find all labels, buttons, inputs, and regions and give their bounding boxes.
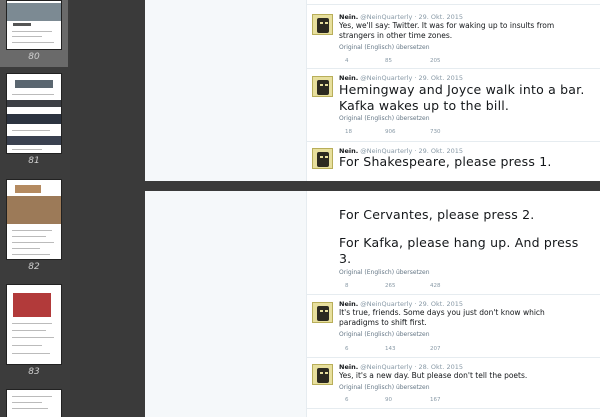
like-count[interactable]: 730: [430, 129, 441, 135]
like-count[interactable]: 205: [430, 58, 441, 64]
thumbnail-page-83[interactable]: 83: [0, 284, 68, 379]
tweet[interactable]: Nein. @NeinQuarterly · 29. Okt. 2015 For…: [307, 143, 600, 181]
translate-link[interactable]: Original (Englisch) übersetzen: [339, 384, 430, 391]
translate-link[interactable]: Original (Englisch) übersetzen: [339, 115, 430, 122]
tweet-author-name[interactable]: Nein.: [339, 74, 358, 82]
translate-link[interactable]: Original (Englisch) übersetzen: [339, 269, 430, 276]
tweet-meta: @NeinQuarterly · 29. Okt. 2015: [360, 300, 464, 308]
tweet-timeline: For Cervantes, please press 2. For Kafka…: [306, 191, 600, 417]
page-number-label: 80: [28, 52, 40, 62]
tweet-text: Yes, we'll say: Twitter. It was for waki…: [339, 21, 555, 40]
retweet-count[interactable]: 85: [385, 58, 430, 64]
tweet-author-name[interactable]: Nein.: [339, 13, 358, 21]
page-number-label: 82: [28, 262, 40, 272]
document-page: Nein. @NeinQuarterly · 29. Okt. 2015 Yes…: [145, 0, 600, 181]
reply-count[interactable]: 4: [345, 58, 385, 64]
tweet-author-name[interactable]: Nein.: [339, 363, 358, 371]
thumbnail-page-81[interactable]: 81: [0, 73, 68, 168]
document-page: For Cervantes, please press 2. For Kafka…: [145, 191, 600, 417]
avatar[interactable]: [312, 14, 333, 35]
thumbnail-page-80[interactable]: 80: [0, 0, 68, 67]
tweet[interactable]: Nein. @NeinQuarterly · 29. Okt. 2015 Yes…: [307, 6, 600, 69]
tweet-continuation[interactable]: For Cervantes, please press 2. For Kafka…: [307, 197, 600, 295]
avatar[interactable]: [312, 364, 333, 385]
tweet[interactable]: Nein. @NeinQuarterly · 29. Okt. 2015 Hem…: [307, 70, 600, 142]
avatar[interactable]: [312, 148, 333, 169]
tweet-stats: 6 143 207: [345, 346, 441, 352]
tweet-text: Yes, it's a new day. But please don't te…: [339, 371, 528, 380]
tweet-meta: @NeinQuarterly · 28. Okt. 2015: [360, 363, 464, 371]
reply-count[interactable]: 6: [345, 397, 385, 403]
retweet-count[interactable]: 90: [385, 397, 430, 403]
tweet-text: For Shakespeare, please press 1.: [339, 154, 552, 169]
page-number-label: 83: [28, 367, 40, 377]
tweet-text: For Kafka, please hang up. And press 3.: [339, 235, 579, 267]
thumbnail-page-82[interactable]: 82: [0, 179, 68, 274]
tweet-meta: @NeinQuarterly · 29. Okt. 2015: [360, 74, 464, 82]
tweet[interactable]: Nein. @NeinQuarterly · 29. Okt. 2015 It'…: [307, 296, 600, 358]
avatar[interactable]: [312, 76, 333, 97]
like-count[interactable]: 167: [430, 397, 441, 403]
thumbnail-image: [6, 0, 62, 50]
retweet-count[interactable]: 143: [385, 346, 430, 352]
translate-link[interactable]: Original (Englisch) übersetzen: [339, 44, 430, 51]
reply-count[interactable]: 8: [345, 283, 385, 289]
thumbnail-image: [6, 284, 62, 365]
thumbnail-sidebar: 80 81 82 83: [0, 0, 70, 417]
tweet-author-name[interactable]: Nein.: [339, 300, 358, 308]
retweet-count[interactable]: 265: [385, 283, 430, 289]
like-count[interactable]: 428: [430, 283, 441, 289]
tweet-text: It's true, friends. Some days you just d…: [339, 308, 545, 327]
reply-count[interactable]: 6: [345, 346, 385, 352]
thumbnail-image: [6, 389, 62, 417]
tweet-text: Hemingway and Joyce walk into a bar. Kaf…: [339, 82, 585, 114]
tweet[interactable]: Nein. @NeinQuarterly · 28. Okt. 2015 Yes…: [307, 359, 600, 409]
like-count[interactable]: 207: [430, 346, 441, 352]
document-gutter: [70, 0, 145, 417]
tweet-stats: 4 85 205: [345, 58, 441, 64]
reply-count[interactable]: 18: [345, 129, 385, 135]
thumbnail-page-84[interactable]: [0, 389, 68, 417]
tweet-stats: 8 265 428: [345, 283, 441, 289]
tweet-text: For Cervantes, please press 2.: [339, 207, 535, 222]
translate-link[interactable]: Original (Englisch) übersetzen: [339, 331, 430, 338]
tweet-meta: @NeinQuarterly · 29. Okt. 2015: [360, 13, 464, 21]
page-number-label: 81: [28, 156, 40, 166]
thumbnail-image: [6, 73, 62, 154]
avatar[interactable]: [312, 302, 333, 323]
tweet-timeline: Nein. @NeinQuarterly · 29. Okt. 2015 Yes…: [306, 0, 600, 181]
tweet-stats: 18 906 730: [345, 129, 441, 135]
tweet-stats: 6 90 167: [345, 397, 441, 403]
thumbnail-image: [6, 179, 62, 260]
retweet-count[interactable]: 906: [385, 129, 430, 135]
